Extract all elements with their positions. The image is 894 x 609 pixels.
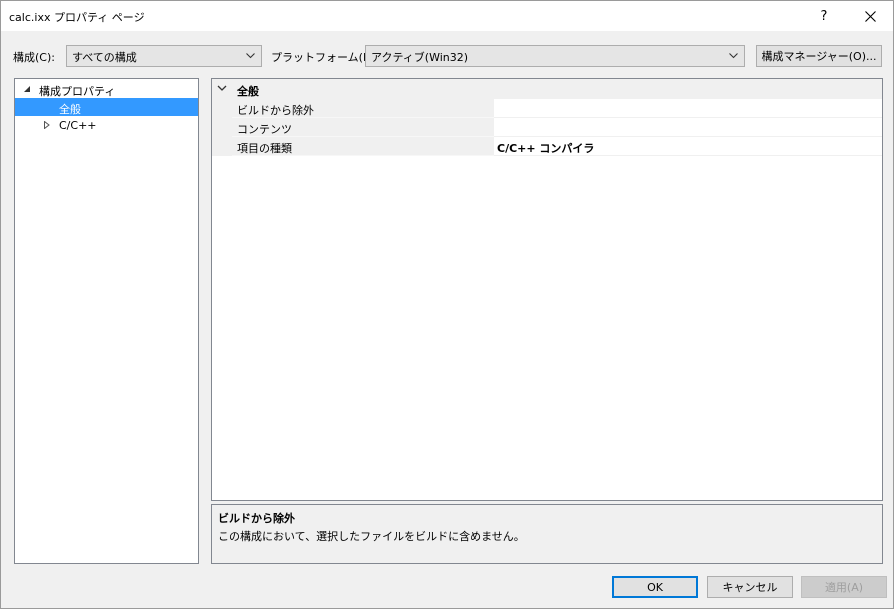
chevron-down-icon [246,53,255,59]
chevron-down-icon[interactable] [217,85,227,92]
description-text: この構成において、選択したファイルをビルドに含めません。 [218,530,525,543]
tree-item-label: 全般 [59,103,81,116]
property-value[interactable]: C/C++ コンパイラ [494,137,882,156]
help-icon: ? [820,8,828,24]
grid-category-label: 全般 [237,85,259,98]
title-bar: calc.ixx プロパティ ページ ? [1,1,893,31]
config-select[interactable]: すべての構成 [66,45,262,67]
close-icon [864,10,876,22]
tree-item-config-properties[interactable]: 構成プロパティ [15,80,198,98]
cancel-button-label: キャンセル [722,581,778,594]
ok-button-label: OK [647,580,663,594]
platform-select-value: アクティブ(Win32) [371,51,469,64]
grid-row-exclude-from-build[interactable]: ビルドから除外 [212,99,882,118]
config-select-value: すべての構成 [72,51,137,64]
row-gutter [212,118,232,137]
platform-label: プラットフォーム(P): [271,51,378,64]
grid-row-item-type[interactable]: 項目の種類 C/C++ コンパイラ [212,137,882,156]
window-title: calc.ixx プロパティ ページ [9,11,145,24]
config-label: 構成(C): [13,51,55,64]
property-grid: 全般 ビルドから除外 コンテンツ 項目の種類 C/C++ コンパイラ [211,78,883,501]
property-tree: 構成プロパティ 全般 C/C++ [14,78,199,564]
grid-row-content[interactable]: コンテンツ [212,118,882,137]
apply-button[interactable]: 適用(A) [801,576,887,598]
close-button[interactable] [847,1,893,31]
tree-item-label: C/C++ [59,119,97,132]
cancel-button[interactable]: キャンセル [707,576,793,598]
property-value[interactable] [494,99,882,118]
help-button[interactable]: ? [801,1,847,31]
description-title: ビルドから除外 [218,512,295,525]
tree-item-label: 構成プロパティ [39,85,116,98]
property-pages-dialog: calc.ixx プロパティ ページ ? 構成(C): すべての構成 プラットフ… [0,0,894,609]
property-value[interactable] [494,118,882,137]
property-name: コンテンツ [232,118,494,137]
description-panel: ビルドから除外 この構成において、選択したファイルをビルドに含めません。 [211,504,883,564]
config-manager-button[interactable]: 構成マネージャー(O)... [756,45,882,67]
chevron-down-icon [729,53,738,59]
ok-button[interactable]: OK [612,576,698,598]
tree-item-cpp[interactable]: C/C++ [15,116,198,134]
config-manager-label: 構成マネージャー(O)... [761,50,877,63]
tree-item-general[interactable]: 全般 [15,98,198,116]
row-gutter [212,99,232,118]
property-name: 項目の種類 [232,137,494,156]
property-name: ビルドから除外 [232,99,494,118]
row-gutter [212,137,232,156]
collapsed-arrow-icon[interactable] [43,121,51,129]
expanded-arrow-icon[interactable] [23,85,31,93]
platform-select[interactable]: アクティブ(Win32) [365,45,745,67]
apply-button-label: 適用(A) [824,581,864,594]
grid-category-general[interactable]: 全般 [212,79,882,99]
